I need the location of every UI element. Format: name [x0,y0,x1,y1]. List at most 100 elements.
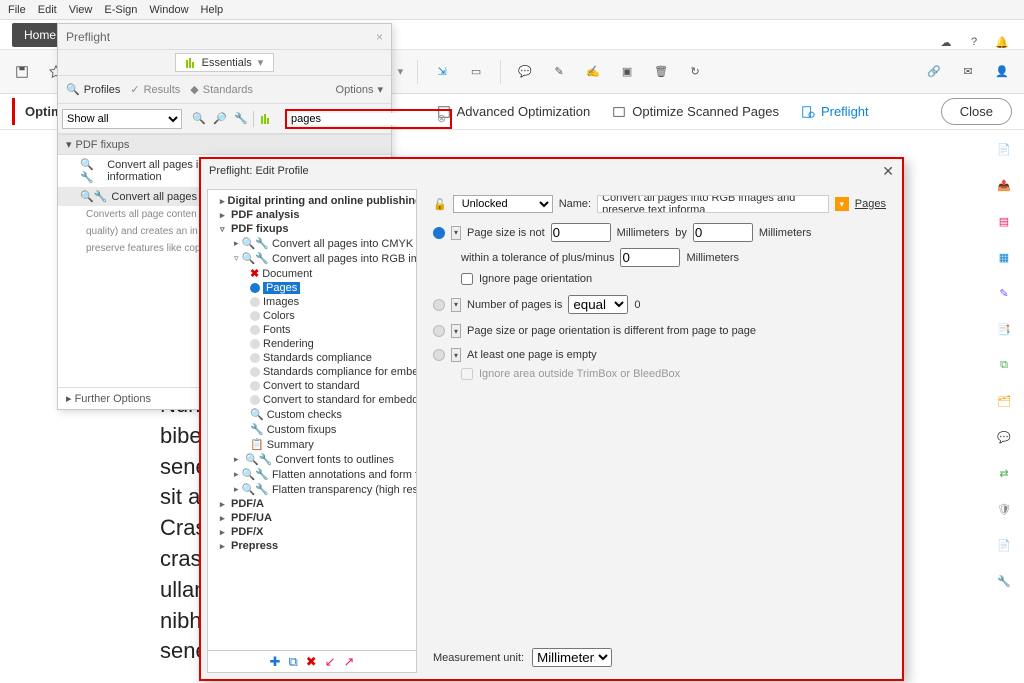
tree-node[interactable]: ✖Document [210,266,414,281]
options-menu[interactable]: Options ▾ [336,83,383,96]
duplicate-icon[interactable]: ⧉ [288,654,297,670]
tree-node[interactable]: ▸PDF/UA [210,511,414,525]
save-icon[interactable] [12,62,32,82]
ignore-orientation-checkbox[interactable] [461,273,473,285]
severity-dropdown[interactable]: ▾ [451,348,461,362]
bell-icon[interactable]: 🔔 [992,32,1012,52]
menu-view[interactable]: View [69,4,93,16]
cloud-icon[interactable]: ☁ [936,32,956,52]
menu-file[interactable]: File [8,4,26,16]
edit-pdf-icon[interactable]: ▤ [993,210,1015,232]
page-view-icon[interactable]: ▭ [466,62,486,82]
tree-node[interactable]: ▿🔍🔧Convert all pages into RGB images a [210,251,414,266]
tree-node[interactable]: Standards compliance [210,351,414,365]
severity-dropdown[interactable]: ▾ [451,226,461,240]
measure-unit-select[interactable]: Millimeters [532,648,612,667]
severity-off-icon[interactable] [433,349,445,361]
tree-node[interactable]: ▸🔍🔧Convert all pages into CMYK images [210,236,414,251]
tree-node[interactable]: Standards compliance for embedde [210,365,414,379]
essentials-dropdown[interactable]: Essentials▾ [175,53,275,72]
severity-dropdown[interactable]: ▾ [451,298,461,312]
tree-node[interactable]: ▸PDF analysis [210,208,414,222]
tree-node[interactable]: Images [210,295,414,309]
close-icon[interactable]: ✕ [882,163,894,180]
bookmark-icon[interactable]: 🗂 [993,390,1015,412]
tree-node[interactable]: ▸Prepress [210,539,414,553]
preflight-tool[interactable]: Preflight [801,104,869,119]
tree-node-selected[interactable]: Pages [210,281,414,295]
tree-node[interactable]: Colors [210,309,414,323]
stamp-icon[interactable]: ▣ [617,62,637,82]
tab-results[interactable]: ✓Results [130,83,180,96]
add-icon[interactable]: ✚ [270,654,281,670]
filter-library-icon[interactable] [257,110,275,128]
width-input[interactable] [551,223,611,242]
clear-search-icon[interactable]: ⊗ [437,112,446,125]
numpages-op-select[interactable]: equal [568,295,628,314]
tree-node[interactable]: ▸PDF/X [210,525,414,539]
highlight-icon[interactable]: ✎ [549,62,569,82]
export-icon[interactable]: ↗ [344,654,355,670]
crop-icon[interactable]: ⧉ [993,354,1015,376]
menu-esign[interactable]: E-Sign [104,4,137,16]
tree-node[interactable]: 🔧Custom fixups [210,422,414,437]
search-input[interactable] [291,113,433,125]
create-pdf-icon[interactable]: 📄 [993,138,1015,160]
pages-link[interactable]: Pages [855,198,886,210]
tree-node[interactable]: ▸PDF/A [210,497,414,511]
severity-off-icon[interactable] [433,299,445,311]
sign-icon[interactable]: ✍ [583,62,603,82]
tree-node[interactable]: ▸🔍🔧Convert fonts to outlines [210,452,414,467]
rotate-icon[interactable]: ↻ [685,62,705,82]
more-tools-icon[interactable]: 🔧 [993,570,1015,592]
tree-node[interactable]: ▸🔍🔧Flatten annotations and form fields [210,467,414,482]
lock-select[interactable]: Unlocked [453,195,553,213]
share-link-icon[interactable]: 🔗 [924,62,944,82]
height-input[interactable] [693,223,753,242]
filter-profile-icon[interactable]: 🔍 [190,110,208,128]
tree-node[interactable]: Convert to standard [210,379,414,393]
delete-icon[interactable]: 🗑 [651,62,671,82]
email-icon[interactable]: ✉ [958,62,978,82]
fill-sign-icon[interactable]: ✎ [993,282,1015,304]
menu-window[interactable]: Window [149,4,188,16]
help-icon[interactable]: ? [964,32,984,52]
name-menu-icon[interactable]: ▾ [835,197,849,211]
close-icon[interactable]: × [376,30,383,44]
tree-node[interactable]: 📋Summary [210,437,414,452]
tree-node[interactable]: Fonts [210,323,414,337]
tree-node[interactable]: Rendering [210,337,414,351]
tree-node[interactable]: ▸🔍🔧Flatten transparency (high resolutio [210,482,414,497]
comment-icon[interactable]: 💬 [515,62,535,82]
tree-node[interactable]: Convert to standard for embedded [210,393,414,407]
pdf-fixups-section[interactable]: ▾PDF fixups [58,134,391,155]
menu-help[interactable]: Help [201,4,224,16]
advanced-optimization[interactable]: Advanced Optimization [437,104,591,119]
extract-icon[interactable]: 📑 [993,318,1015,340]
severity-dropdown[interactable]: ▾ [451,324,461,338]
severity-info-icon[interactable] [433,227,445,239]
menu-edit[interactable]: Edit [38,4,57,16]
tab-profiles[interactable]: 🔍Profiles [66,83,120,96]
close-button[interactable]: Close [941,98,1012,125]
tab-standards[interactable]: ◆Standards [190,83,253,96]
tree-node[interactable]: 🔍Custom checks [210,407,414,422]
account-icon[interactable]: 👤 [992,62,1012,82]
filter-check-icon[interactable]: 🔎 [211,110,229,128]
page-width-icon[interactable]: ⇲ [432,62,452,82]
optimize-rail-icon[interactable]: 📄 [993,534,1015,556]
organize-icon[interactable]: ▦ [993,246,1015,268]
export-pdf-icon[interactable]: 📤 [993,174,1015,196]
comment-rail-icon[interactable]: 💬 [993,426,1015,448]
import-icon[interactable]: ↙ [325,654,336,670]
profile-name-input[interactable]: Convert all pages into RGB images and pr… [597,195,829,213]
severity-off-icon[interactable] [433,325,445,337]
filter-fixup-icon[interactable]: 🔧 [232,110,250,128]
protect-icon[interactable]: 🛡 [993,498,1015,520]
tree-node[interactable]: ▸Digital printing and online publishing [210,194,414,208]
delete-icon[interactable]: ✖ [306,654,317,670]
show-all-select[interactable]: Show all [62,109,182,129]
tolerance-input[interactable] [620,248,680,267]
compare-icon[interactable]: ⇄ [993,462,1015,484]
optimize-scanned[interactable]: Optimize Scanned Pages [612,104,779,119]
